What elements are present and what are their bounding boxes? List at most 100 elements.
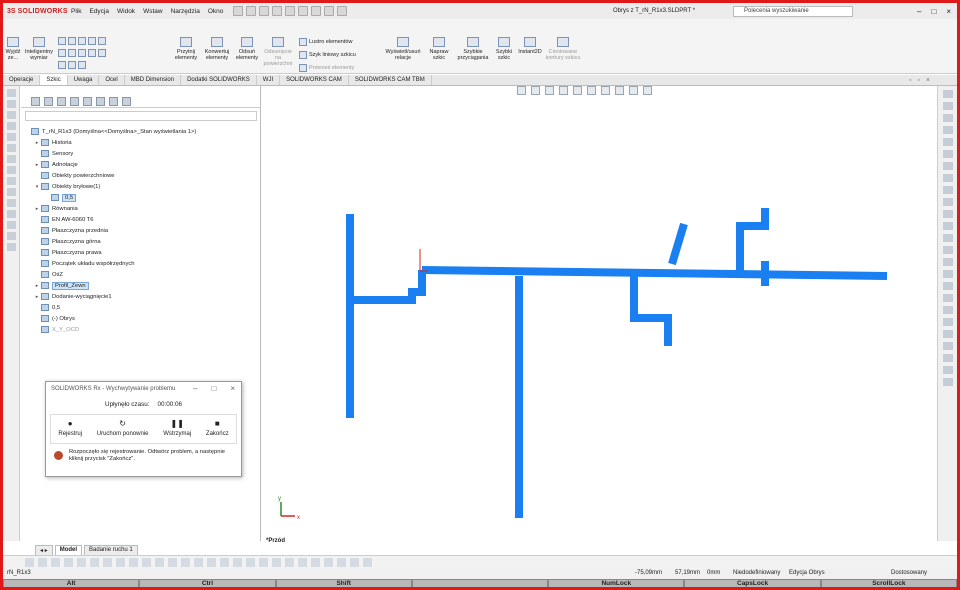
point-icon[interactable] [7, 155, 16, 163]
menu-item-1[interactable]: Edycja [89, 8, 109, 15]
line-icon[interactable] [943, 162, 953, 170]
instant2d-button[interactable]: Instant2D [517, 37, 543, 55]
tab-5[interactable]: Dodatki SOLIDWORKS [181, 75, 257, 85]
polygon-icon[interactable] [90, 558, 99, 567]
close-icon[interactable]: × [946, 7, 951, 16]
dimension-icon[interactable] [943, 282, 953, 290]
minimize-icon[interactable]: – [193, 384, 197, 393]
key-6[interactable]: ScrollLock [820, 579, 957, 588]
fillet-icon[interactable] [129, 558, 138, 567]
tree-node[interactable]: Początek układu współrzędnych [21, 258, 261, 269]
dialog-button-1[interactable]: ↻ Uruchom ponownie [97, 415, 149, 443]
trim-entities-button[interactable]: Przytnij elementy [171, 37, 201, 61]
rectangle-icon[interactable] [7, 111, 16, 119]
rotate-icon[interactable] [943, 354, 953, 362]
rotate-icon[interactable] [311, 558, 320, 567]
tab-2[interactable]: Uwaga [68, 75, 100, 85]
arc-icon[interactable] [7, 133, 16, 141]
tab-1[interactable]: Szkic [40, 75, 68, 85]
design-library-icon[interactable] [943, 102, 953, 110]
maximize-icon[interactable]: □ [211, 384, 216, 393]
close-icon[interactable]: × [230, 384, 235, 393]
exit-sketch-button[interactable]: Wyjdź ze... [5, 37, 21, 61]
menu-item-4[interactable]: Narzędzia [171, 8, 200, 15]
undo-icon[interactable] [298, 6, 309, 16]
circle-icon[interactable] [64, 558, 73, 567]
expand-arrow-icon[interactable]: ▸ [33, 140, 41, 146]
mirror-icon[interactable] [7, 188, 16, 196]
tree-node[interactable]: T_rN_R1x3 (Domyślna<<Domyślna>_Stan wyśw… [21, 126, 261, 137]
dialog-button-2[interactable]: ❚❚ Wstrzymaj [163, 415, 191, 443]
close-viewport-icon[interactable]: × [926, 77, 930, 84]
pattern-icon[interactable] [272, 558, 281, 567]
maximize-viewport-icon[interactable]: ▫ [917, 77, 919, 84]
copy-icon[interactable] [298, 558, 307, 567]
home-icon[interactable] [233, 6, 244, 16]
status-custom[interactable]: Dostosowany [891, 570, 927, 576]
move-entities-button[interactable]: Przenieś elementy [299, 64, 354, 72]
expand-arrow-icon[interactable]: ▸ [33, 294, 41, 300]
plane-tool[interactable] [58, 61, 86, 69]
mirror-entities-button[interactable]: Lustro elementów [299, 38, 352, 46]
tree-node[interactable]: ▸ Profil_Zewn [21, 280, 261, 291]
menu-item-2[interactable]: Widok [117, 8, 135, 15]
display-relations-button[interactable]: Wyświetl/usuń relacje [381, 37, 425, 61]
tab-7[interactable]: SOLIDWORKS CAM [280, 75, 349, 85]
expand-arrow-icon[interactable]: ▸ [33, 162, 41, 168]
convert-entities-button[interactable]: Konwertuj elementy [203, 37, 231, 61]
dimension-icon[interactable] [7, 166, 16, 174]
expand-arrow-icon[interactable]: ▾ [33, 184, 41, 190]
centerline-icon[interactable] [943, 234, 953, 242]
dimension-icon[interactable] [194, 558, 203, 567]
print-icon[interactable] [285, 6, 296, 16]
line-icon[interactable] [38, 558, 47, 567]
mirror-icon[interactable] [943, 270, 953, 278]
ellipse-icon[interactable] [116, 558, 125, 567]
spline-icon[interactable] [103, 558, 112, 567]
tab-8[interactable]: SOLIDWORKS CAM TBM [349, 75, 432, 85]
trim-icon[interactable] [7, 199, 16, 207]
options-icon[interactable] [337, 6, 348, 16]
arc-icon[interactable] [77, 558, 86, 567]
spline-tool[interactable] [58, 49, 106, 57]
menu-item-0[interactable]: Plik [71, 8, 81, 15]
display-manager-icon[interactable] [83, 97, 92, 106]
tab-6[interactable]: WJI [257, 75, 281, 85]
key-3[interactable] [411, 579, 549, 588]
configuration-manager-icon[interactable] [57, 97, 66, 106]
key-1[interactable]: Ctrl [139, 579, 276, 588]
linear-pattern-button[interactable]: Szyk liniowy szkicu [299, 51, 356, 59]
rectangle-icon[interactable] [51, 558, 60, 567]
restore-viewport-icon[interactable]: ▫ [909, 77, 911, 84]
dimxpert-icon[interactable] [70, 97, 79, 106]
spline-icon[interactable] [943, 210, 953, 218]
line-icon[interactable] [7, 100, 16, 108]
graphics-area[interactable]: ▫ ▫ × y x *Przód [262, 77, 936, 544]
text-icon[interactable] [155, 558, 164, 567]
point-icon[interactable] [943, 222, 953, 230]
tree-node[interactable]: ▸ Dodanie-wyciągnięcie1 [21, 291, 261, 302]
offset-icon[interactable] [7, 221, 16, 229]
cam-tool-icon[interactable] [122, 97, 131, 106]
line-tool[interactable] [58, 37, 106, 45]
tree-node[interactable]: Płaszczyzna prawa [21, 247, 261, 258]
tree-node[interactable]: ▸ Równania [21, 203, 261, 214]
key-4[interactable]: NumLock [548, 579, 685, 588]
tab-3[interactable]: Ocel [99, 75, 125, 85]
menu-item-5[interactable]: Okno [208, 8, 224, 15]
scale-icon[interactable] [324, 558, 333, 567]
snap-icon[interactable] [363, 558, 372, 567]
text-icon[interactable] [943, 246, 953, 254]
offset-on-surface-button[interactable]: Odsunięcie na powierzchni [263, 37, 293, 67]
dialog-button-0[interactable]: ● Rejestruj [58, 415, 82, 443]
mirror-icon[interactable] [259, 558, 268, 567]
cam-operation-icon[interactable] [109, 97, 118, 106]
feature-tree-icon[interactable] [31, 97, 40, 106]
stretch-icon[interactable] [337, 558, 346, 567]
point-icon[interactable] [168, 558, 177, 567]
rebuild-icon[interactable] [324, 6, 335, 16]
rectangle-icon[interactable] [943, 174, 953, 182]
tree-node[interactable]: Płaszczyzna przednia [21, 225, 261, 236]
expand-arrow-icon[interactable]: ▸ [33, 206, 41, 212]
offset-entities-button[interactable]: Odsuń elementy [233, 37, 261, 61]
